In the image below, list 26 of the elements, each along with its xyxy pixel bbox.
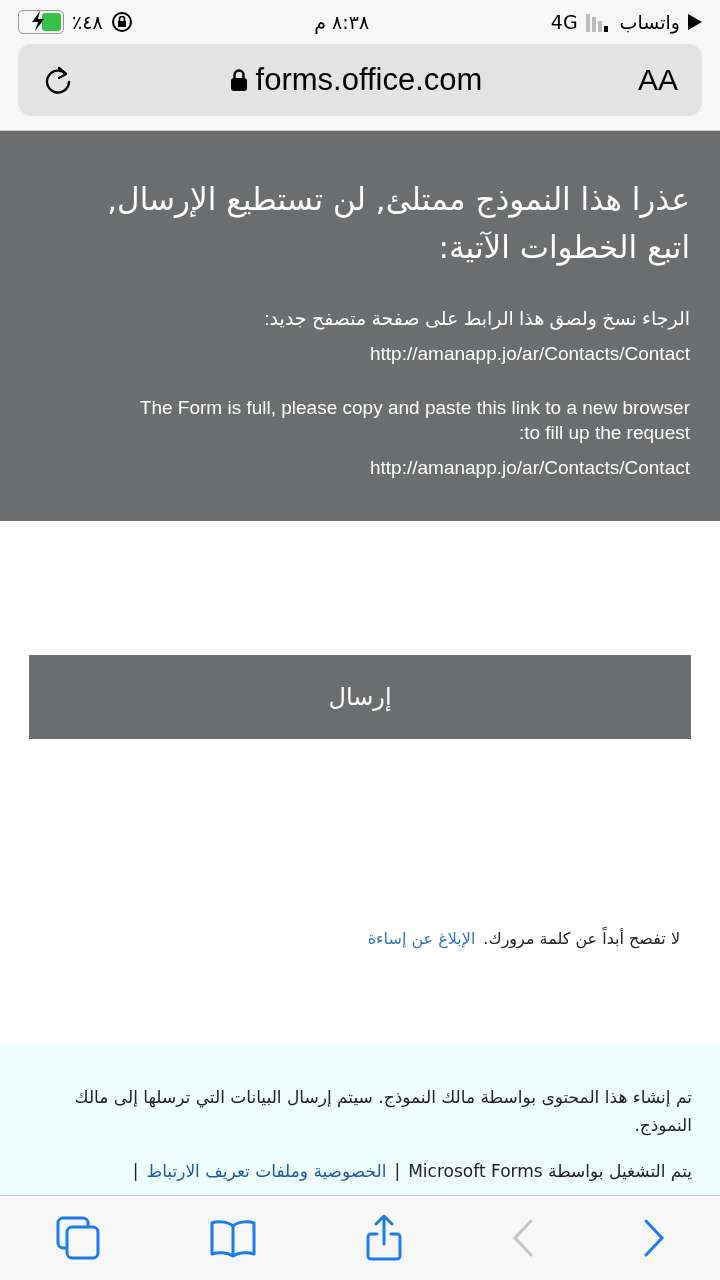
privacy-link[interactable]: الخصوصية وملفات تعريف الارتباط: [146, 1161, 387, 1181]
banner-text: The Form is full, please copy and paste this link to a new browser to fill up the request:: [138, 396, 690, 446]
report-abuse-link[interactable]: الإبلاغ عن إساءة: [367, 928, 476, 948]
lock-icon: [229, 68, 248, 92]
password-warning: لا تفصح أبداً عن كلمة مرورك. الإبلاغ عن إساءة: [366, 928, 680, 948]
text-size-button[interactable]: AA: [637, 63, 678, 97]
banner-text: http://amanapp.jo/ar/Contacts/Contact: [369, 341, 690, 366]
url-text: forms.office.com: [255, 62, 483, 98]
separator: |: [132, 1161, 139, 1181]
play-arrow-icon: [688, 14, 702, 30]
rotation-lock-icon: [110, 11, 133, 33]
submit-button[interactable]: إرسال: [29, 654, 691, 739]
footer-notice: تم إنشاء هذا المحتوى بواسطة مالك النموذج. سيتم إرسال البيانات التي ترسلها إلى مالك النموذج.: [73, 1085, 692, 1138]
powered-by-text: يتم التشغيل بواسطة Microsoft Forms: [408, 1161, 692, 1181]
banner-text: الرجاء نسخ ولصق هذا الرابط على صفحة متصفح جديد:: [263, 307, 690, 332]
banner-text: http://amanapp.jo/ar/Contacts/Contact: [369, 455, 690, 480]
network-type: 4G: [550, 11, 578, 33]
banner-title: عذرا هذا النموذج ممتلئ, لن تستطيع الإرسال, اتبع الخطوات الآتية:: [106, 180, 690, 268]
forward-button[interactable]: [642, 1218, 667, 1258]
clock: ٨:٣٨ م: [314, 11, 370, 33]
address-bar[interactable]: forms.office.com AA: [18, 44, 702, 116]
bookmarks-button[interactable]: [208, 1218, 257, 1258]
battery-icon: [18, 10, 64, 34]
back-to-app-link[interactable]: واتساب: [619, 11, 680, 33]
separator: |: [394, 1161, 401, 1181]
battery-percentage: ٪٤٨: [72, 11, 103, 33]
